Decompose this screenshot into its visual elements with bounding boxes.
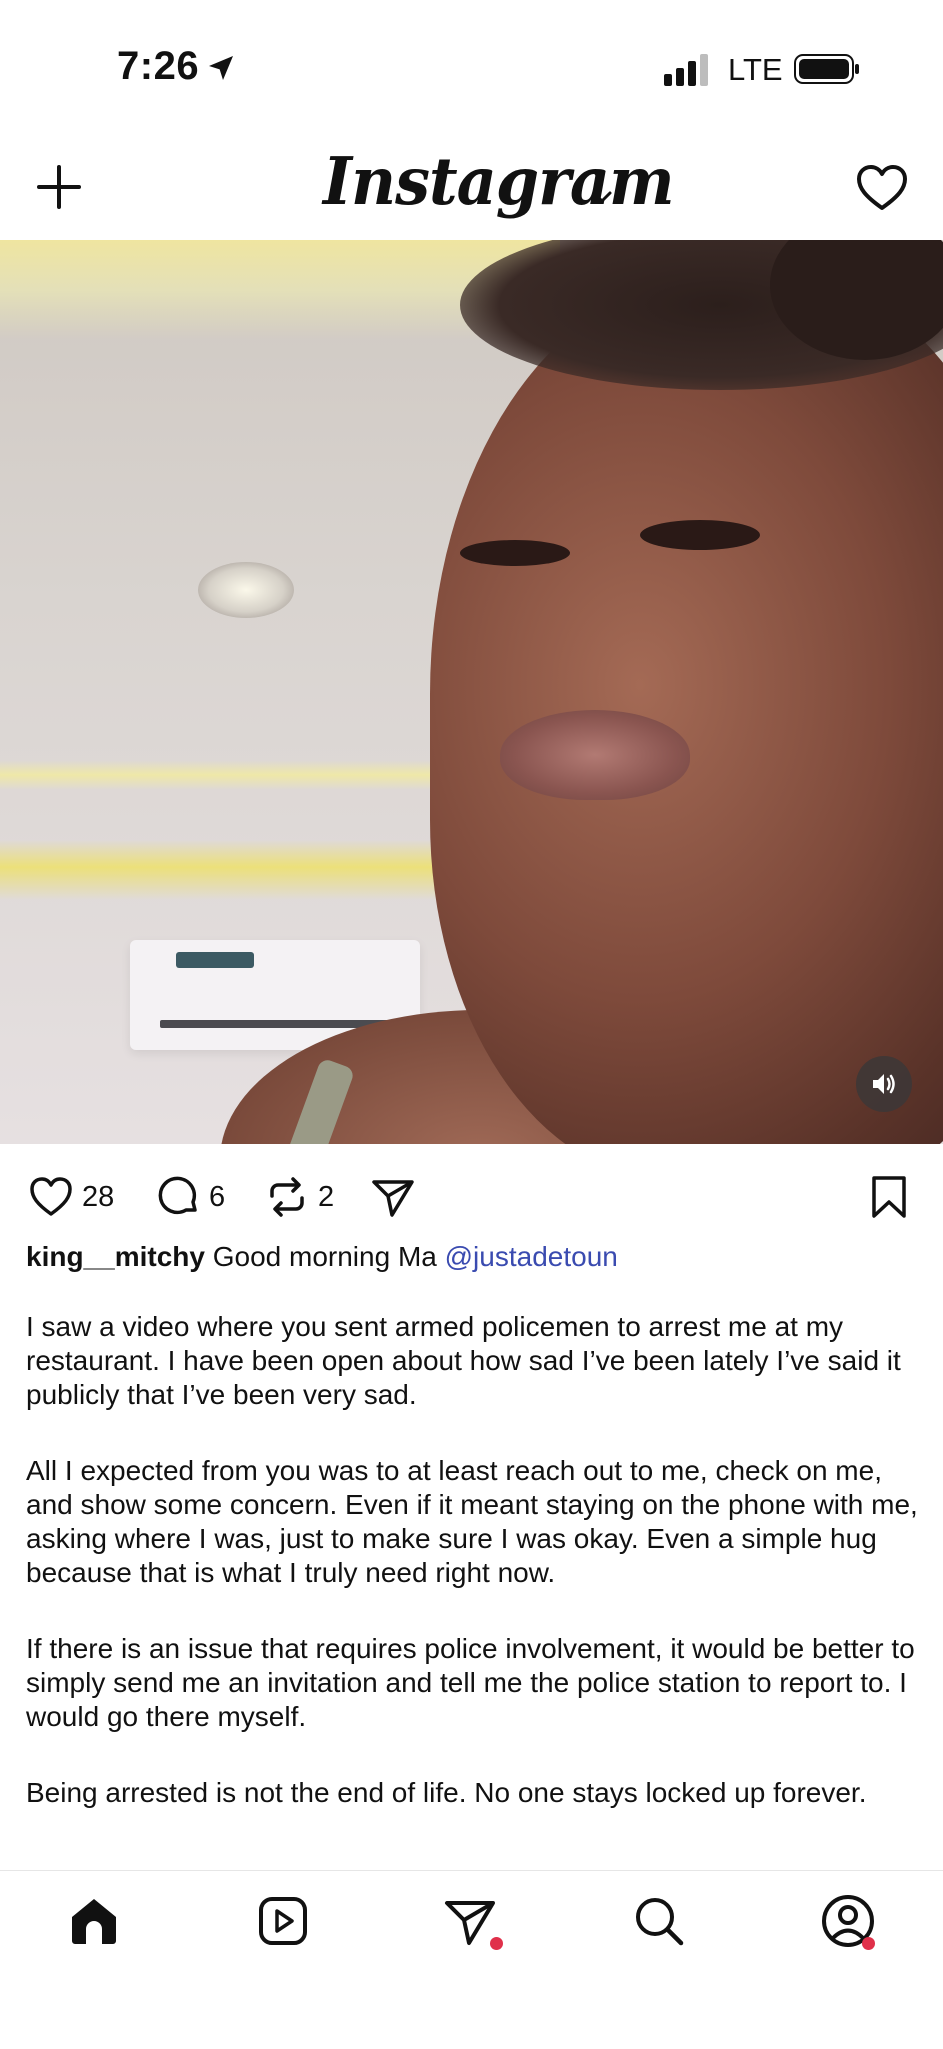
reels-icon[interactable] xyxy=(255,1893,311,1949)
battery-icon xyxy=(794,54,859,84)
share-icon[interactable] xyxy=(370,1174,416,1220)
mute-button[interactable] xyxy=(856,1056,912,1112)
bottom-nav xyxy=(0,1870,943,2049)
like-icon[interactable] xyxy=(28,1174,74,1220)
comment-count[interactable]: 6 xyxy=(209,1181,225,1214)
caption-lead: Good morning Ma xyxy=(212,1241,437,1272)
repost-group: 2 xyxy=(264,1172,334,1222)
share-group xyxy=(370,1172,416,1222)
speaker-icon xyxy=(873,1074,895,1094)
repost-count[interactable]: 2 xyxy=(318,1181,334,1214)
status-time: 7:26 xyxy=(117,44,200,88)
network-type: LTE xyxy=(728,52,783,87)
like-count[interactable]: 28 xyxy=(82,1181,114,1214)
post-actions: 28 6 2 xyxy=(0,1144,943,1244)
messages-tab[interactable] xyxy=(443,1893,503,1950)
person-face xyxy=(430,280,943,1144)
person-lips xyxy=(500,710,690,800)
signal-icon xyxy=(664,54,708,86)
caption-paragraph: If there is an issue that requires polic… xyxy=(26,1633,915,1732)
plus-icon[interactable] xyxy=(36,164,82,210)
person-eye xyxy=(640,520,760,550)
heart-icon[interactable] xyxy=(855,161,909,215)
instagram-logo[interactable]: Instagram xyxy=(323,143,675,220)
caption-mention[interactable]: @justadetoun xyxy=(445,1241,618,1272)
home-icon[interactable] xyxy=(66,1893,122,1949)
search-icon[interactable] xyxy=(631,1893,687,1949)
post-caption: king__mitchy Good morning Ma @justadetou… xyxy=(26,1240,926,1852)
bookmark-icon[interactable] xyxy=(866,1174,912,1220)
notification-dot xyxy=(862,1937,875,1950)
repost-icon[interactable] xyxy=(264,1174,310,1220)
aircon-display xyxy=(176,952,254,968)
location-arrow-icon xyxy=(209,56,233,80)
comment-icon[interactable] xyxy=(155,1174,201,1220)
status-bar: 7:26 LTE xyxy=(0,0,943,140)
profile-tab[interactable] xyxy=(820,1893,876,1950)
ceiling-downlight xyxy=(198,562,294,618)
person-eye xyxy=(460,540,570,566)
chevron-down-icon[interactable] xyxy=(589,184,615,210)
caption-paragraph: Being arrested is not the end of life. N… xyxy=(26,1777,867,1808)
notification-dot xyxy=(490,1937,503,1950)
ceiling-light-strip xyxy=(0,760,480,790)
post-video[interactable] xyxy=(0,240,943,1144)
like-group: 28 xyxy=(28,1172,114,1222)
app-header: Instagram xyxy=(0,140,943,240)
comment-group: 6 xyxy=(155,1172,225,1222)
caption-first-line: king__mitchy Good morning Ma @justadetou… xyxy=(26,1240,926,1274)
caption-paragraph: All I expected from you was to at least … xyxy=(26,1455,918,1588)
post-username[interactable]: king__mitchy xyxy=(26,1241,205,1272)
caption-paragraph: I saw a video where you sent armed polic… xyxy=(26,1311,901,1410)
